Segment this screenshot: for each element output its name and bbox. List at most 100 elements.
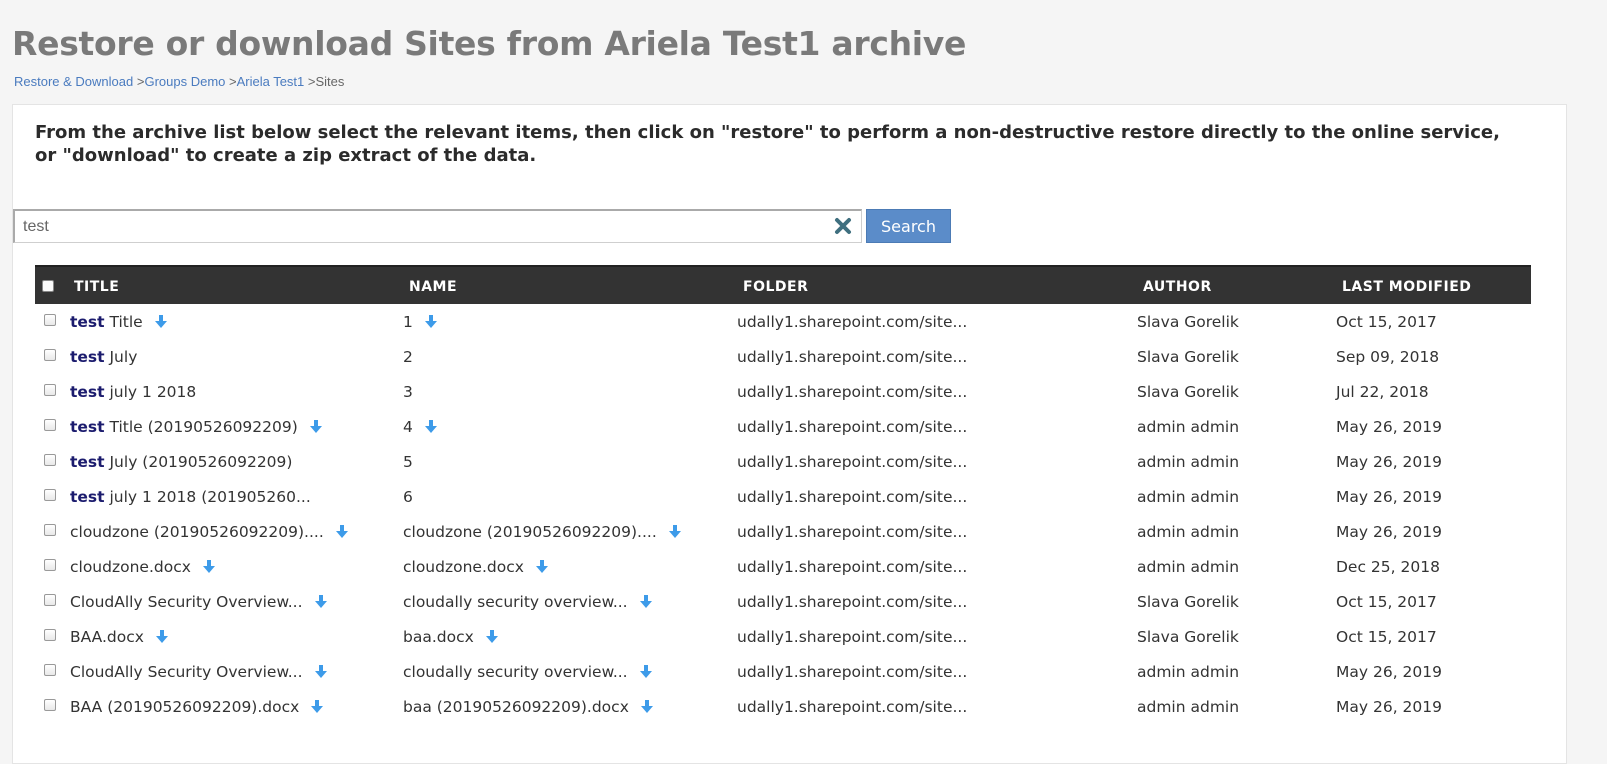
table-row[interactable]: BAA.docx baa.docx udally1.sharepoint.com/s…: [35, 619, 1531, 654]
download-arrow-icon[interactable]: [314, 595, 327, 609]
cell-name: baa.docx: [403, 628, 498, 646]
download-arrow-icon[interactable]: [335, 525, 348, 539]
column-header-name[interactable]: NAME: [409, 279, 457, 295]
cell-author: admin admin: [1137, 453, 1240, 471]
breadcrumb-current: Sites: [315, 74, 345, 89]
row-checkbox[interactable]: [44, 559, 56, 571]
cell-title[interactable]: test july 1 2018 (201905260...: [70, 488, 311, 506]
title-text: cloudzone.docx: [70, 558, 191, 576]
name-text: 5: [403, 453, 413, 471]
breadcrumb-restore-download[interactable]: Restore & Download: [14, 74, 133, 89]
download-arrow-icon[interactable]: [668, 525, 681, 539]
download-arrow-icon[interactable]: [424, 420, 437, 434]
title-text: Title (20190526092209): [104, 418, 298, 436]
cell-title[interactable]: cloudzone (20190526092209)....: [70, 523, 348, 541]
table-row[interactable]: test July (20190526092209) 5 udally1.share…: [35, 444, 1531, 479]
cell-folder: udally1.sharepoint.com/site...: [737, 698, 968, 716]
table-row[interactable]: cloudzone.docx cloudzone.docx udally1.shar…: [35, 549, 1531, 584]
row-checkbox[interactable]: [44, 349, 56, 361]
breadcrumb-ariela-test1[interactable]: Ariela Test1: [237, 74, 305, 89]
download-arrow-icon[interactable]: [311, 700, 324, 714]
table-row[interactable]: cloudzone (20190526092209).... cloudzone …: [35, 514, 1531, 549]
table-row[interactable]: BAA (20190526092209).docx baa (2019052609…: [35, 689, 1531, 724]
name-text: 3: [403, 383, 413, 401]
row-checkbox[interactable]: [44, 629, 56, 641]
cell-title[interactable]: test july 1 2018: [70, 383, 196, 401]
column-header-folder[interactable]: FOLDER: [743, 279, 808, 295]
cell-title[interactable]: BAA (20190526092209).docx: [70, 698, 324, 716]
cell-title[interactable]: CloudAlly Security Overview...: [70, 663, 327, 681]
breadcrumb-groups-demo[interactable]: Groups Demo: [144, 74, 225, 89]
cell-folder: udally1.sharepoint.com/site...: [737, 453, 968, 471]
table-row[interactable]: test Title (20190526092209) 4 udally1.shar…: [35, 409, 1531, 444]
cell-title[interactable]: test July (20190526092209): [70, 453, 292, 471]
cell-name: cloudally security overview...: [403, 593, 652, 611]
select-all-checkbox[interactable]: [42, 280, 54, 292]
row-checkbox[interactable]: [44, 384, 56, 396]
cell-name: cloudzone.docx: [403, 558, 548, 576]
row-checkbox[interactable]: [44, 314, 56, 326]
table-row[interactable]: test July 2 udally1.sharepoint.com/site...…: [35, 339, 1531, 374]
download-arrow-icon[interactable]: [309, 420, 322, 434]
table-row[interactable]: CloudAlly Security Overview... cloudally …: [35, 654, 1531, 689]
download-arrow-icon[interactable]: [154, 315, 167, 329]
cell-author: admin admin: [1137, 558, 1240, 576]
table-row[interactable]: test Title 1 udally1.sharepoint.com/site..…: [35, 304, 1531, 339]
column-header-last-modified[interactable]: LAST MODIFIED: [1342, 279, 1471, 295]
title-text: July: [104, 348, 138, 366]
cell-name: cloudally security overview...: [403, 663, 652, 681]
row-checkbox[interactable]: [44, 419, 56, 431]
download-arrow-icon[interactable]: [314, 665, 327, 679]
download-arrow-icon[interactable]: [155, 630, 168, 644]
cell-name: 2: [403, 348, 413, 366]
cell-title[interactable]: test Title: [70, 313, 167, 331]
cell-author: Slava Gorelik: [1137, 628, 1239, 646]
cell-title[interactable]: CloudAlly Security Overview...: [70, 593, 327, 611]
table-row[interactable]: test july 1 2018 3 udally1.sharepoint.com/…: [35, 374, 1531, 409]
download-arrow-icon[interactable]: [535, 560, 548, 574]
name-text: cloudzone.docx: [403, 558, 524, 576]
download-arrow-icon[interactable]: [485, 630, 498, 644]
cell-folder: udally1.sharepoint.com/site...: [737, 593, 968, 611]
row-checkbox[interactable]: [44, 524, 56, 536]
column-header-author[interactable]: AUTHOR: [1143, 279, 1212, 295]
breadcrumb: Restore & Download >Groups Demo >Ariela …: [14, 74, 344, 89]
cell-title[interactable]: BAA.docx: [70, 628, 168, 646]
cell-title[interactable]: test Title (20190526092209): [70, 418, 322, 436]
row-checkbox[interactable]: [44, 699, 56, 711]
download-arrow-icon[interactable]: [639, 665, 652, 679]
table-row[interactable]: test july 1 2018 (201905260... 6 udally1.s…: [35, 479, 1531, 514]
breadcrumb-separator: >: [225, 74, 237, 89]
row-checkbox[interactable]: [44, 454, 56, 466]
row-checkbox[interactable]: [44, 664, 56, 676]
title-text: cloudzone (20190526092209)....: [70, 523, 324, 541]
cell-folder: udally1.sharepoint.com/site...: [737, 348, 968, 366]
cell-name: 1: [403, 313, 437, 331]
cell-folder: udally1.sharepoint.com/site...: [737, 558, 968, 576]
download-arrow-icon[interactable]: [202, 560, 215, 574]
search-highlight: test: [70, 348, 105, 366]
row-checkbox[interactable]: [44, 594, 56, 606]
close-x-icon[interactable]: [833, 216, 853, 236]
search-input[interactable]: [23, 215, 823, 239]
download-arrow-icon[interactable]: [640, 700, 653, 714]
cell-name: 6: [403, 488, 413, 506]
search-highlight: test: [70, 383, 105, 401]
title-text: CloudAlly Security Overview...: [70, 663, 303, 681]
cell-name: 4: [403, 418, 437, 436]
table-row[interactable]: CloudAlly Security Overview... cloudally …: [35, 584, 1531, 619]
cell-title[interactable]: cloudzone.docx: [70, 558, 215, 576]
row-checkbox[interactable]: [44, 489, 56, 501]
search-button[interactable]: Search: [866, 209, 951, 243]
column-header-title[interactable]: TITLE: [74, 279, 119, 295]
cell-author: admin admin: [1137, 418, 1240, 436]
title-text: BAA (20190526092209).docx: [70, 698, 300, 716]
cell-author: Slava Gorelik: [1137, 348, 1239, 366]
name-text: baa (20190526092209).docx: [403, 698, 629, 716]
main-panel: From the archive list below select the r…: [12, 104, 1567, 764]
cell-title[interactable]: test July: [70, 348, 137, 366]
search-highlight: test: [70, 453, 105, 471]
download-arrow-icon[interactable]: [639, 595, 652, 609]
cell-name: baa (20190526092209).docx: [403, 698, 653, 716]
download-arrow-icon[interactable]: [424, 315, 437, 329]
